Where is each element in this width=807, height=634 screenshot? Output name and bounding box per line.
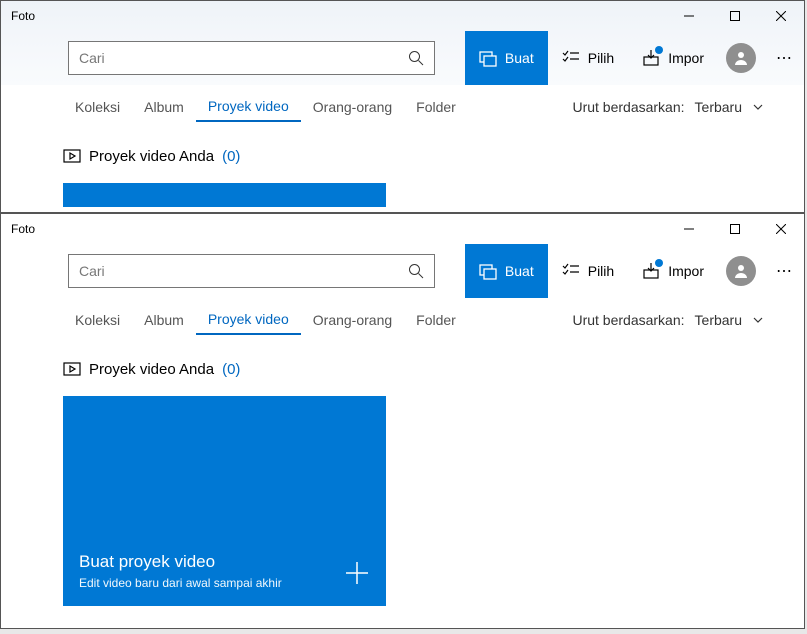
titlebar: Foto bbox=[1, 214, 804, 244]
video-project-icon bbox=[63, 147, 81, 165]
close-button[interactable] bbox=[758, 214, 804, 244]
create-project-tile[interactable]: Buat proyek video Edit video baru dari a… bbox=[63, 396, 386, 606]
chevron-down-icon bbox=[752, 101, 764, 113]
toolbar: Buat Pilih Impor ⋯ bbox=[1, 244, 804, 298]
ellipsis-icon: ⋯ bbox=[776, 48, 792, 68]
tab-orang[interactable]: Orang-orang bbox=[301, 93, 404, 121]
sort-label: Urut berdasarkan: bbox=[572, 312, 684, 328]
tab-proyek-video[interactable]: Proyek video bbox=[196, 92, 301, 122]
window-title: Foto bbox=[11, 9, 35, 23]
user-avatar[interactable] bbox=[726, 43, 756, 73]
sort-value: Terbaru bbox=[695, 99, 742, 115]
create-project-tile[interactable] bbox=[63, 183, 386, 207]
tab-folder[interactable]: Folder bbox=[404, 306, 468, 334]
create-button[interactable]: Buat bbox=[465, 31, 548, 85]
person-icon bbox=[733, 263, 749, 279]
search-input[interactable] bbox=[79, 263, 408, 279]
close-button[interactable] bbox=[758, 1, 804, 31]
photos-window-cropped: Foto Buat Pilih Impor bbox=[0, 0, 805, 213]
search-icon bbox=[408, 263, 424, 279]
search-box[interactable] bbox=[68, 41, 435, 75]
search-input[interactable] bbox=[79, 50, 408, 66]
video-project-icon bbox=[63, 360, 81, 378]
person-icon bbox=[733, 50, 749, 66]
tab-koleksi[interactable]: Koleksi bbox=[63, 306, 132, 334]
maximize-button[interactable] bbox=[712, 1, 758, 31]
window-title: Foto bbox=[11, 222, 35, 236]
section-title: Proyek video Anda bbox=[89, 361, 214, 378]
section-heading: Proyek video Anda (0) bbox=[63, 360, 804, 378]
tab-orang[interactable]: Orang-orang bbox=[301, 306, 404, 334]
checklist-icon bbox=[562, 262, 580, 280]
tab-album[interactable]: Album bbox=[132, 306, 196, 334]
create-icon bbox=[479, 262, 497, 280]
select-label: Pilih bbox=[588, 50, 614, 66]
section-heading: Proyek video Anda (0) bbox=[63, 147, 804, 165]
select-button[interactable]: Pilih bbox=[548, 244, 628, 298]
section-count: (0) bbox=[222, 148, 240, 165]
tab-album[interactable]: Album bbox=[132, 93, 196, 121]
nav-tabs: Koleksi Album Proyek video Orang-orang F… bbox=[1, 298, 804, 342]
minimize-button[interactable] bbox=[666, 1, 712, 31]
tile-title: Buat proyek video bbox=[79, 552, 370, 572]
chevron-down-icon bbox=[752, 314, 764, 326]
user-avatar[interactable] bbox=[726, 256, 756, 286]
tab-proyek-video[interactable]: Proyek video bbox=[196, 305, 301, 335]
photos-window: Foto Buat Pilih Impor bbox=[0, 213, 805, 629]
projects-section: Proyek video Anda (0) bbox=[1, 129, 804, 207]
maximize-button[interactable] bbox=[712, 214, 758, 244]
import-button[interactable]: Impor bbox=[628, 31, 718, 85]
tab-koleksi[interactable]: Koleksi bbox=[63, 93, 132, 121]
select-button[interactable]: Pilih bbox=[548, 31, 628, 85]
section-count: (0) bbox=[222, 361, 240, 378]
create-label: Buat bbox=[505, 263, 534, 279]
more-button[interactable]: ⋯ bbox=[764, 31, 804, 85]
projects-section: Proyek video Anda (0) Buat proyek video … bbox=[1, 342, 804, 606]
titlebar: Foto bbox=[1, 1, 804, 31]
import-icon bbox=[642, 262, 660, 280]
nav-tabs: Koleksi Album Proyek video Orang-orang F… bbox=[1, 85, 804, 129]
plus-icon bbox=[344, 560, 370, 586]
import-button[interactable]: Impor bbox=[628, 244, 718, 298]
search-box[interactable] bbox=[68, 254, 435, 288]
select-label: Pilih bbox=[588, 263, 614, 279]
create-label: Buat bbox=[505, 50, 534, 66]
section-title: Proyek video Anda bbox=[89, 148, 214, 165]
ellipsis-icon: ⋯ bbox=[776, 261, 792, 281]
create-button[interactable]: Buat bbox=[465, 244, 548, 298]
more-button[interactable]: ⋯ bbox=[764, 244, 804, 298]
minimize-button[interactable] bbox=[666, 214, 712, 244]
tab-folder[interactable]: Folder bbox=[404, 93, 468, 121]
import-icon bbox=[642, 49, 660, 67]
sort-control[interactable]: Urut berdasarkan: Terbaru bbox=[572, 99, 804, 115]
import-label: Impor bbox=[668, 263, 704, 279]
tile-subtitle: Edit video baru dari awal sampai akhir bbox=[79, 576, 370, 590]
sort-value: Terbaru bbox=[695, 312, 742, 328]
toolbar: Buat Pilih Impor ⋯ bbox=[1, 31, 804, 85]
checklist-icon bbox=[562, 49, 580, 67]
sort-control[interactable]: Urut berdasarkan: Terbaru bbox=[572, 312, 804, 328]
create-icon bbox=[479, 49, 497, 67]
sort-label: Urut berdasarkan: bbox=[572, 99, 684, 115]
import-label: Impor bbox=[668, 50, 704, 66]
search-icon bbox=[408, 50, 424, 66]
